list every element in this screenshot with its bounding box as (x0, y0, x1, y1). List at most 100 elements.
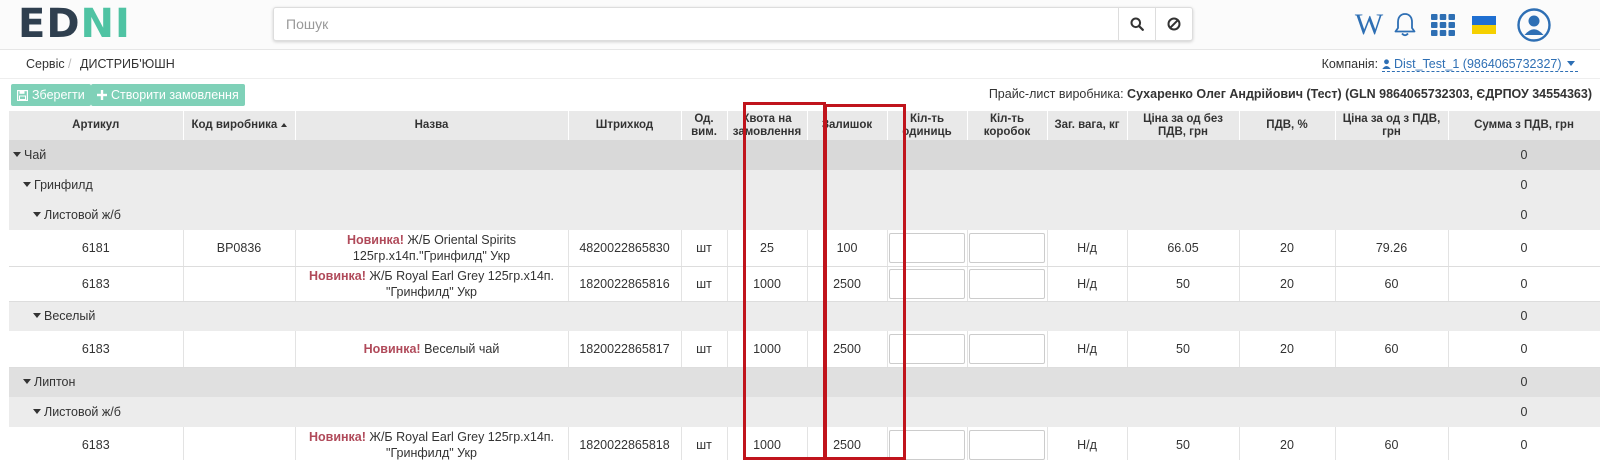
cell-quota: 1000 (727, 427, 808, 460)
pricelist-label: Прайс-лист виробника: (988, 87, 1124, 101)
cell-quota: 1000 (727, 266, 808, 302)
col-header-article[interactable]: Артикул (9, 111, 184, 140)
product-name: Ж/Б Royal Earl Grey 125гр.х14п. "Гринфил… (369, 268, 555, 299)
save-button[interactable]: Зберегти (11, 84, 91, 106)
clear-search-button[interactable] (1155, 8, 1192, 40)
col-header-sum[interactable]: Сумма з ПДВ, грн (1448, 111, 1600, 140)
cell-vat: 20 (1239, 230, 1336, 267)
table-row: 6183 Новинка! Ж/Б Royal Earl Grey 125гр.… (9, 266, 1600, 302)
company-dropdown[interactable]: Dist_Test_1 (9864065732327) (1381, 57, 1578, 72)
save-label: Зберегти (32, 88, 85, 102)
col-header-unit[interactable]: Од. вим. (681, 111, 728, 140)
cell-article: 6183 (9, 266, 184, 302)
cell-vat: 20 (1239, 427, 1336, 460)
cell-price-vat: 79.26 (1335, 230, 1449, 267)
cell-quota: 1000 (727, 331, 808, 368)
group-sum: 0 (1448, 367, 1600, 397)
cell-price-vat: 60 (1335, 331, 1449, 368)
new-badge: Новинка! (308, 268, 366, 283)
group-row-greenfield[interactable]: Гринфилд 0 (9, 170, 1600, 200)
qty-units-input[interactable] (889, 429, 965, 460)
cell-unit: шт (681, 266, 728, 302)
sort-asc-icon (280, 122, 287, 127)
create-order-button[interactable]: Створити замовлення (91, 84, 245, 106)
col-header-barcode[interactable]: Штрихкод (568, 111, 682, 140)
col-header-qty-units[interactable]: Кіл-ть одиниць (887, 111, 968, 140)
search-bar (273, 7, 1193, 41)
caret-down-icon (33, 313, 41, 319)
group-row-leaf-tin[interactable]: Листовой ж/б 0 (9, 200, 1600, 230)
cell-barcode: 4820022865830 (568, 230, 682, 267)
cell-price-no-vat: 50 (1127, 427, 1240, 460)
caret-down-icon (13, 152, 21, 158)
col-header-vat[interactable]: ПДВ, % (1239, 111, 1336, 140)
apps-grid-icon[interactable] (1428, 8, 1458, 42)
cell-code (183, 331, 296, 368)
cell-price-no-vat: 50 (1127, 266, 1240, 302)
cell-sum: 0 (1448, 266, 1600, 302)
bell-icon[interactable] (1390, 8, 1420, 42)
product-name: Ж/Б Royal Earl Grey 125гр.х14п. "Гринфил… (369, 429, 555, 460)
group-row-tea[interactable]: Чай 0 (9, 140, 1600, 170)
logo-part-dark: ED (18, 1, 81, 47)
company-label: Компанія: (1321, 57, 1379, 71)
top-bar: EDNI W (0, 0, 1600, 50)
caret-down-icon (33, 212, 41, 218)
cell-price-vat: 60 (1335, 427, 1449, 460)
col-header-stock[interactable]: Залишок (807, 111, 888, 140)
group-label: Листовой ж/б (44, 405, 121, 419)
col-header-price-vat[interactable]: Ціна за од з ПДВ, грн (1335, 111, 1449, 140)
cell-sum: 0 (1448, 230, 1600, 267)
cell-qty-boxes (967, 427, 1048, 460)
cell-weight: Н/д (1047, 427, 1128, 460)
qty-units-input[interactable] (889, 232, 965, 263)
qty-units-input[interactable] (889, 268, 965, 299)
group-row-leaf-tin-2[interactable]: Листовой ж/б 0 (9, 397, 1600, 427)
breadcrumb-item-distribution: ДИСТРИБ'ЮШН (80, 57, 175, 71)
cell-qty-units (887, 427, 968, 460)
company-value: Dist_Test_1 (9864065732327) (1394, 57, 1562, 71)
breadcrumb-item-service[interactable]: Сервіс (26, 57, 65, 71)
wiki-icon[interactable]: W (1352, 8, 1386, 42)
search-button[interactable] (1118, 8, 1155, 40)
caret-down-icon (33, 409, 41, 415)
qty-boxes-input[interactable] (969, 429, 1045, 460)
edin-logo[interactable]: ED NI (18, 1, 131, 47)
pricelist-info: Прайс-лист виробника: Сухаренко Олег Анд… (989, 87, 1592, 101)
logo-part-accent: NI (80, 1, 131, 47)
group-row-lipton[interactable]: Липтон 0 (9, 367, 1600, 397)
cell-name: Новинка! Ж/Б Oriental Spirits 125гр.х14п… (295, 230, 569, 267)
company-selector: Компанія: Dist_Test_1 (9864065732327) (1321, 57, 1578, 72)
cell-vat: 20 (1239, 331, 1336, 368)
user-icon (1381, 59, 1391, 69)
caret-down-icon (23, 182, 31, 188)
create-order-label: Створити замовлення (111, 88, 239, 102)
col-header-weight[interactable]: Заг. вага, кг (1047, 111, 1128, 140)
cell-quota: 25 (727, 230, 808, 267)
qty-units-input[interactable] (889, 333, 965, 364)
cell-name: Новинка! Ж/Б Royal Earl Grey 125гр.х14п.… (295, 266, 569, 302)
cell-name: Новинка! Ж/Б Royal Earl Grey 125гр.х14п.… (295, 427, 569, 460)
cell-qty-units (887, 230, 968, 267)
qty-boxes-input[interactable] (969, 232, 1045, 263)
group-label: Чай (24, 148, 47, 162)
cell-weight: Н/д (1047, 230, 1128, 267)
table-row: 6181 BP0836 Новинка! Ж/Б Oriental Spirit… (9, 230, 1600, 267)
qty-boxes-input[interactable] (969, 268, 1045, 299)
user-avatar-icon[interactable] (1515, 8, 1553, 42)
col-header-price-no-vat[interactable]: Ціна за од без ПДВ, грн (1127, 111, 1240, 140)
group-row-veselyi[interactable]: Веселый 0 (9, 301, 1600, 331)
new-badge: Новинка! (308, 429, 366, 444)
qty-boxes-input[interactable] (969, 333, 1045, 364)
col-header-name[interactable]: Назва (295, 111, 569, 140)
col-header-quota[interactable]: Квота на замовлення (727, 111, 808, 140)
search-input[interactable] (274, 8, 1118, 40)
cell-barcode: 1820022865816 (568, 266, 682, 302)
cell-code: BP0836 (183, 230, 296, 267)
new-badge: Новинка! (346, 232, 404, 247)
search-icon (1130, 17, 1144, 31)
col-header-manufacturer-code[interactable]: Код виробника (183, 111, 296, 140)
group-sum: 0 (1448, 170, 1600, 200)
ukraine-flag-icon[interactable] (1469, 8, 1499, 42)
col-header-qty-boxes[interactable]: Кіл-ть коробок (967, 111, 1048, 140)
